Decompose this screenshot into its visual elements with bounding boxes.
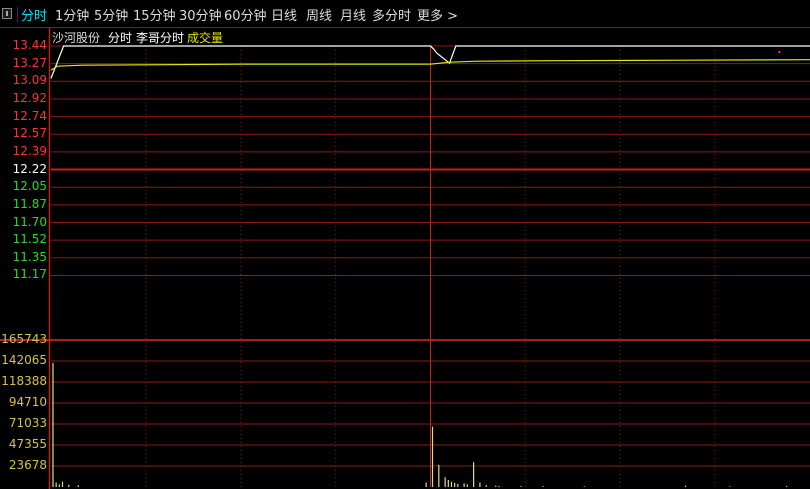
price-tick-label: 12.22: [12, 161, 47, 176]
view-name: 分时: [108, 31, 133, 45]
price-tick-label: 11.87: [12, 196, 47, 211]
volume-tick-label: 118388: [1, 373, 47, 388]
volume-bars: [52, 362, 788, 487]
price-tick-label: 13.09: [12, 73, 47, 88]
price-tick-label: 11.35: [12, 249, 47, 264]
price-tick-label: 11.52: [12, 232, 47, 247]
price-tick-label: 13.27: [12, 55, 47, 70]
volume-tick-label: 142065: [1, 353, 47, 367]
price-tick-label: 12.05: [12, 179, 47, 194]
stock-name: 沙河股份: [52, 31, 101, 45]
price-tick-label: 11.70: [12, 214, 47, 229]
volume-tick-label: 47355: [8, 437, 47, 451]
price-tick-label: 13.44: [12, 38, 47, 52]
intraday-chart[interactable]: [0, 0, 810, 489]
price-tick-label: 11.17: [12, 267, 47, 282]
volume-indicator-label: 成交量: [187, 31, 224, 45]
volume-tick-label: 23678: [8, 457, 47, 472]
volume-tick-label: 94710: [8, 395, 47, 409]
price-marker: [778, 51, 781, 54]
volume-tick-label: 71033: [8, 415, 47, 430]
price-tick-label: 12.39: [12, 143, 47, 158]
volume-tick-label: 165743: [1, 332, 47, 346]
price-tick-label: 12.92: [12, 90, 47, 105]
price-tick-label: 12.74: [12, 108, 47, 123]
chart-grid: [0, 27, 810, 489]
price-tick-label: 12.57: [12, 126, 47, 141]
indicator-name: 李哥分时: [136, 31, 185, 45]
